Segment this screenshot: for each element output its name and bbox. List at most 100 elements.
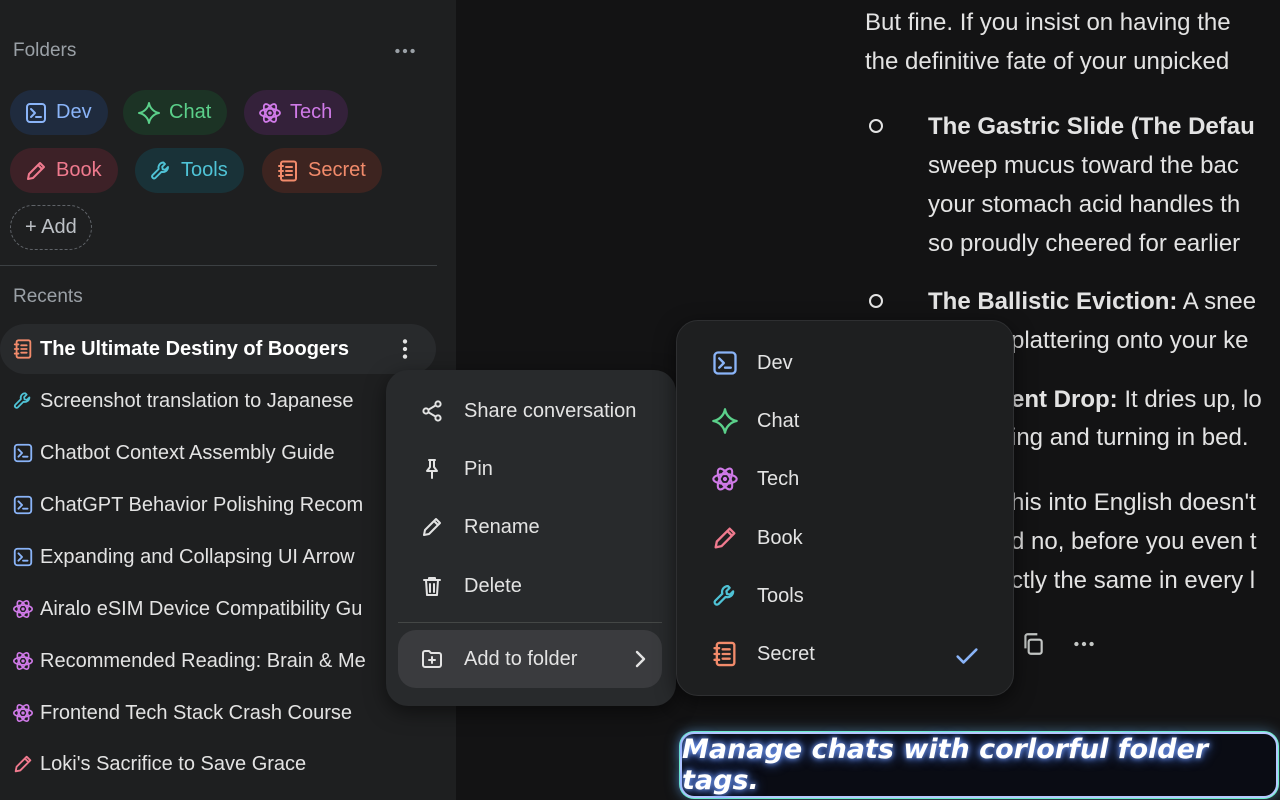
copy-icon[interactable]	[1020, 631, 1046, 657]
terminal-icon	[24, 101, 48, 125]
pin-icon	[420, 457, 444, 481]
submenu-folder-dev[interactable]: Dev	[677, 334, 1013, 392]
sparkle-icon	[137, 101, 161, 125]
folder-chip-label: Tools	[181, 159, 228, 181]
menu-item-pin[interactable]: Pin	[398, 440, 662, 498]
notebook-icon	[12, 338, 34, 360]
terminal-icon	[12, 546, 34, 568]
menu-item-delete[interactable]: Delete	[398, 557, 662, 615]
submenu-folder-tools[interactable]: Tools	[677, 567, 1013, 625]
folder-chip-book[interactable]: Book	[10, 148, 118, 193]
response-text: But fine. If you insist on having the	[865, 9, 1231, 36]
submenu-item-label: Chat	[757, 409, 800, 432]
response-text: d no, before you even t	[1011, 528, 1257, 555]
recent-item[interactable]: Recommended Reading: Brain & Me	[0, 636, 436, 686]
menu-item-add-to-folder[interactable]: Add to folder	[398, 630, 662, 688]
menu-item-share[interactable]: Share conversation	[398, 382, 662, 440]
recent-item[interactable]: Screenshot translation to Japanese	[0, 376, 436, 426]
submenu-folder-tech[interactable]: Tech	[677, 450, 1013, 508]
chevron-right-icon	[628, 647, 652, 671]
recent-item-title: ChatGPT Behavior Polishing Recom	[40, 493, 364, 516]
folder-chip-chat[interactable]: Chat	[123, 90, 228, 135]
notebook-icon	[276, 159, 300, 183]
promo-text: Manage chats with corlorful folder tags.	[682, 734, 1209, 796]
pencil-icon	[711, 524, 739, 552]
add-folder-button[interactable]: + Add	[10, 205, 92, 250]
recent-item[interactable]: ChatGPT Behavior Polishing Recom	[0, 480, 436, 530]
recent-item-title: Expanding and Collapsing UI Arrow	[40, 545, 355, 568]
recent-item-active[interactable]: The Ultimate Destiny of Boogers	[0, 324, 436, 374]
wrench-icon	[12, 390, 34, 412]
bullet-marker	[869, 294, 883, 308]
wrench-icon	[149, 159, 173, 183]
atom-icon	[258, 101, 282, 125]
folder-chip-tech[interactable]: Tech	[244, 90, 349, 135]
recent-item[interactable]: Airalo eSIM Device Compatibility Gu	[0, 584, 436, 634]
menu-item-rename[interactable]: Rename	[398, 498, 662, 556]
divider	[0, 265, 437, 266]
submenu-folder-chat[interactable]: Chat	[677, 392, 1013, 450]
pencil-icon	[12, 753, 34, 775]
folder-chip-tools[interactable]: Tools	[135, 148, 244, 193]
recent-item[interactable]: Frontend Tech Stack Crash Course	[0, 688, 436, 738]
folder-submenu: Dev Chat Tech Book Tools Secret	[676, 320, 1014, 696]
recent-item[interactable]: Chatbot Context Assembly Guide	[0, 428, 436, 478]
submenu-item-label: Secret	[757, 642, 815, 665]
atom-icon	[711, 465, 739, 493]
recent-item-title: Chatbot Context Assembly Guide	[40, 441, 335, 464]
folder-chip-label: Dev	[56, 101, 92, 123]
recent-item-title: Screenshot translation to Japanese	[40, 389, 354, 412]
context-menu: Share conversation Pin Rename Delete Add…	[386, 370, 676, 706]
atom-icon	[12, 702, 34, 724]
bullet-heading: The Ballistic Eviction:	[928, 288, 1178, 315]
recents-title: Recents	[13, 286, 83, 307]
submenu-item-label: Book	[757, 526, 803, 549]
terminal-icon	[12, 494, 34, 516]
submenu-folder-book[interactable]: Book	[677, 509, 1013, 567]
recent-item-title: Frontend Tech Stack Crash Course	[40, 701, 353, 724]
promo-banner: Manage chats with corlorful folder tags.	[680, 732, 1278, 798]
atom-icon	[12, 650, 34, 672]
submenu-item-label: Tech	[757, 467, 800, 490]
menu-divider	[398, 622, 662, 623]
wrench-icon	[711, 582, 739, 610]
response-text: the definitive fate of your unpicked	[865, 48, 1230, 75]
pencil-icon	[24, 159, 48, 183]
terminal-icon	[12, 442, 34, 464]
submenu-folder-secret[interactable]: Secret	[677, 625, 1013, 683]
response-text: The Ballistic Eviction: A snee	[928, 282, 1256, 321]
response-text: A snee	[1177, 288, 1257, 315]
folder-chip-dev[interactable]: Dev	[10, 90, 108, 135]
recent-item[interactable]: Expanding and Collapsing UI Arrow	[0, 532, 436, 582]
response-text: plattering onto your ke	[1011, 327, 1249, 354]
trash-icon	[420, 574, 444, 598]
recent-item-title: The Ultimate Destiny of Boogers	[40, 337, 349, 360]
response-text: sweep mucus toward the bac	[928, 152, 1239, 179]
checkmark-icon	[953, 642, 981, 670]
recent-item-title: Recommended Reading: Brain & Me	[40, 649, 366, 672]
more-options-icon[interactable]	[1071, 631, 1097, 657]
folder-chip-label: Book	[56, 159, 102, 181]
folder-chip-label: Chat	[169, 101, 212, 123]
menu-item-label: Add to folder	[464, 647, 578, 670]
response-text: his into English doesn't	[1011, 489, 1256, 516]
bullet-heading: ent Drop:	[1011, 386, 1118, 413]
more-options-icon[interactable]	[392, 336, 418, 362]
pencil-icon	[420, 515, 444, 539]
notebook-icon	[711, 640, 739, 668]
bullet-heading: The Gastric Slide (The Defau	[928, 113, 1255, 140]
recent-item-title: Airalo eSIM Device Compatibility Gu	[40, 597, 363, 620]
share-icon	[420, 399, 444, 423]
menu-item-label: Pin	[464, 457, 493, 480]
sparkle-icon	[711, 407, 739, 435]
response-text: It dries up, lo	[1117, 386, 1262, 413]
submenu-item-label: Tools	[757, 584, 804, 607]
folders-more-icon[interactable]	[392, 38, 418, 64]
atom-icon	[12, 598, 34, 620]
response-text: your stomach acid handles th	[928, 191, 1241, 218]
folder-chip-label: Tech	[290, 101, 333, 123]
response-text: so proudly cheered for earlier	[928, 230, 1241, 257]
folder-chip-secret[interactable]: Secret	[262, 148, 382, 193]
menu-item-label: Share conversation	[464, 399, 637, 422]
recent-item[interactable]: Loki's Sacrifice to Save Grace	[0, 739, 436, 789]
